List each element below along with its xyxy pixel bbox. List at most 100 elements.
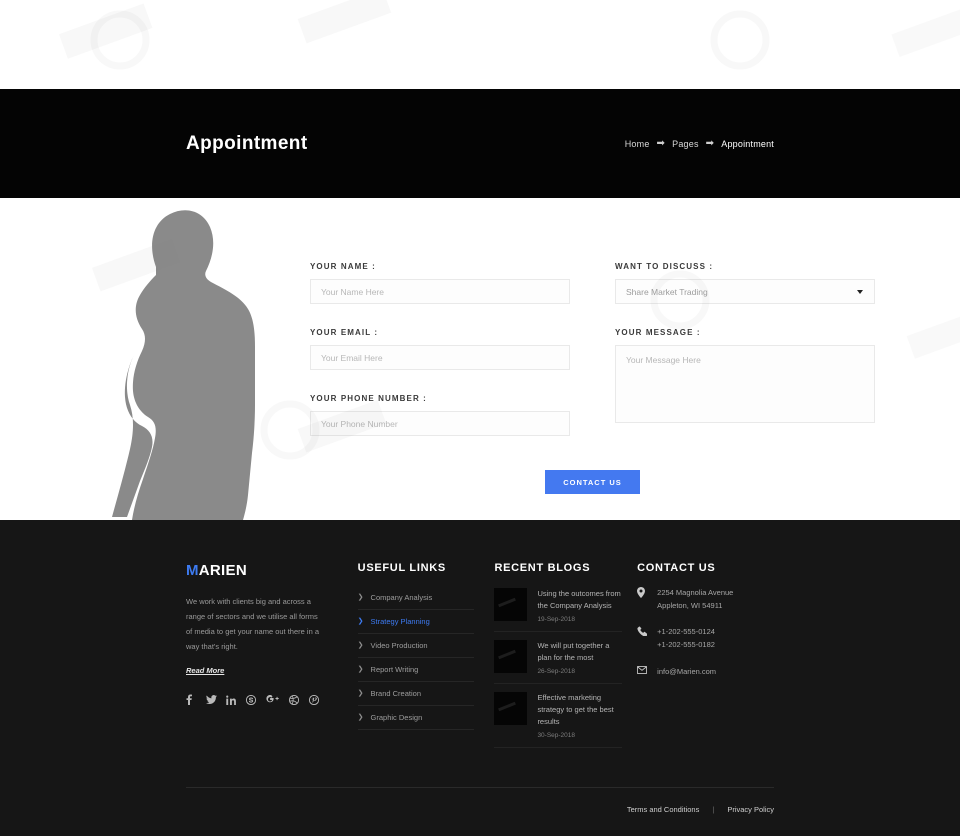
chevron-right-icon: ❯ <box>357 666 364 673</box>
footer-recent-blogs-column: RECENT BLOGS Using the outcomes from the… <box>494 562 623 748</box>
blog-thumbnail-image <box>494 639 528 673</box>
footer-contact-column: CONTACT US 2254 Magnolia Avenue Appleton,… <box>637 562 774 748</box>
list-item[interactable]: ❯ Brand Creation <box>357 682 475 706</box>
breadcrumb: Home ➡ Pages ➡ Appointment <box>625 137 774 149</box>
contact-address-text: 2254 Magnolia Avenue Appleton, WI 54911 <box>657 586 733 612</box>
blog-date: 30-Sep-2018 <box>537 731 576 739</box>
footer-bottom-bar: Terms and Conditions | Privacy Policy <box>186 805 774 814</box>
terms-and-conditions-link[interactable]: Terms and Conditions <box>627 805 700 814</box>
breadcrumb-arrow-icon: ➡ <box>656 137 666 149</box>
address-line-1: 2254 Magnolia Avenue <box>657 588 734 597</box>
person-silhouette-image <box>112 210 255 520</box>
form-column-left: YOUR NAME : YOUR EMAIL : YOUR PHONE NUMB… <box>310 262 570 460</box>
useful-links-list: ❯ Company Analysis ❯ Strategy Planning ❯ Vi… <box>357 586 475 730</box>
twitter-icon[interactable] <box>206 695 217 704</box>
blog-date: 19-Sep-2018 <box>537 615 576 623</box>
list-item[interactable]: Using the outcomes from the Company Anal… <box>494 586 623 632</box>
envelope-icon <box>637 665 648 674</box>
list-item[interactable]: We will put together a plan for the most… <box>494 632 623 684</box>
list-item[interactable]: ❯ Video Production <box>357 634 475 658</box>
top-white-strip <box>0 0 960 89</box>
blog-date: 26-Sep-2018 <box>537 667 576 675</box>
breadcrumb-item-home[interactable]: Home <box>625 139 650 149</box>
facebook-icon[interactable] <box>186 694 196 705</box>
phone-icon <box>637 625 648 637</box>
name-label: YOUR NAME : <box>310 262 376 271</box>
contact-phones: +1-202-555-0124 +1-202-555-0182 <box>637 625 774 651</box>
contact-us-button[interactable]: CONTACT US <box>545 470 640 494</box>
blog-title: Effective marketing strategy to get the … <box>537 692 614 727</box>
discuss-label: WANT TO DISCUSS : <box>615 262 714 271</box>
brand-description: We work with clients big and across a ra… <box>186 597 319 651</box>
blog-meta: Using the outcomes from the Company Anal… <box>537 588 622 623</box>
site-footer: MARIEN We work with clients big and acro… <box>0 520 960 836</box>
banner-inner: Appointment Home ➡ Pages ➡ Appointment <box>0 133 960 155</box>
phone-input[interactable] <box>310 411 570 436</box>
blog-meta: Effective marketing strategy to get the … <box>537 692 622 739</box>
discuss-select[interactable] <box>615 279 875 304</box>
field-discuss: WANT TO DISCUSS : <box>615 262 875 304</box>
social-links <box>186 694 325 705</box>
useful-link-label: Company Analysis <box>370 593 433 602</box>
dribbble-icon[interactable] <box>289 694 299 705</box>
useful-link-label: Report Writing <box>370 665 419 674</box>
page-banner: Appointment Home ➡ Pages ➡ Appointment <box>0 89 960 198</box>
field-message: YOUR MESSAGE : <box>615 328 875 428</box>
breadcrumb-item-pages[interactable]: Pages <box>672 139 699 149</box>
recent-blogs-title: RECENT BLOGS <box>494 562 591 574</box>
blog-title: We will put together a plan for the most <box>537 640 610 663</box>
field-name: YOUR NAME : <box>310 262 570 304</box>
contact-us-title: CONTACT US <box>637 562 716 574</box>
field-phone: YOUR PHONE NUMBER : <box>310 394 570 436</box>
privacy-policy-link[interactable]: Privacy Policy <box>727 805 774 814</box>
form-grid: YOUR NAME : YOUR EMAIL : YOUR PHONE NUMB… <box>310 262 875 460</box>
contact-email: info@Marien.com <box>637 665 774 678</box>
useful-link-label: Brand Creation <box>370 689 421 698</box>
blog-thumbnail-image <box>494 691 528 725</box>
footer-useful-links-column: USEFUL LINKS ❯ Company Analysis ❯ Strategy… <box>357 562 475 748</box>
pinterest-icon[interactable] <box>309 694 319 705</box>
brand-logo-rest: ARIEN <box>198 562 247 579</box>
contact-email-text[interactable]: info@Marien.com <box>657 665 716 678</box>
appointment-section: YOUR NAME : YOUR EMAIL : YOUR PHONE NUMB… <box>0 198 960 520</box>
name-input[interactable] <box>310 279 570 304</box>
field-email: YOUR EMAIL : <box>310 328 570 370</box>
list-item[interactable]: Effective marketing strategy to get the … <box>494 684 623 748</box>
chevron-right-icon: ❯ <box>357 642 364 649</box>
contact-address: 2254 Magnolia Avenue Appleton, WI 54911 <box>637 586 774 612</box>
skype-icon[interactable] <box>246 694 256 705</box>
message-label: YOUR MESSAGE : <box>615 328 701 337</box>
brand-logo: MARIEN <box>186 562 325 579</box>
chevron-right-icon: ❯ <box>357 690 364 697</box>
breadcrumb-item-current: Appointment <box>721 138 774 149</box>
footer-brand-column: MARIEN We work with clients big and acro… <box>186 562 325 748</box>
chevron-right-icon: ❯ <box>357 714 364 721</box>
footer-divider <box>186 787 774 788</box>
google-plus-icon[interactable] <box>266 695 279 704</box>
appointment-form: YOUR NAME : YOUR EMAIL : YOUR PHONE NUMB… <box>310 262 875 494</box>
chevron-right-icon: ❯ <box>357 618 364 625</box>
page-title: Appointment <box>186 132 308 154</box>
email-input[interactable] <box>310 345 570 370</box>
footer-columns: MARIEN We work with clients big and acro… <box>0 520 960 748</box>
list-item[interactable]: ❯ Report Writing <box>357 658 475 682</box>
contact-list: 2254 Magnolia Avenue Appleton, WI 54911 +… <box>637 586 774 678</box>
list-item[interactable]: ❯ Strategy Planning <box>357 610 475 634</box>
phone-1: +1-202-555-0124 <box>657 627 715 637</box>
contact-phone-text: +1-202-555-0124 +1-202-555-0182 <box>657 625 715 651</box>
list-item[interactable]: ❯ Graphic Design <box>357 706 475 730</box>
useful-link-label: Video Production <box>370 641 428 650</box>
message-textarea[interactable] <box>615 345 875 423</box>
phone-label: YOUR PHONE NUMBER : <box>310 394 427 403</box>
discuss-select-wrap <box>615 279 875 304</box>
list-item[interactable]: ❯ Company Analysis <box>357 586 475 610</box>
brand-logo-accent: M <box>186 562 199 579</box>
read-more-link[interactable]: Read More <box>186 666 224 675</box>
location-pin-icon <box>637 586 648 598</box>
useful-link-label: Strategy Planning <box>370 617 430 626</box>
useful-link-label: Graphic Design <box>370 713 423 722</box>
chevron-right-icon: ❯ <box>357 594 364 601</box>
blog-thumbnail-image <box>494 588 528 621</box>
breadcrumb-arrow-icon: ➡ <box>705 137 715 149</box>
linkedin-icon[interactable] <box>226 695 236 705</box>
